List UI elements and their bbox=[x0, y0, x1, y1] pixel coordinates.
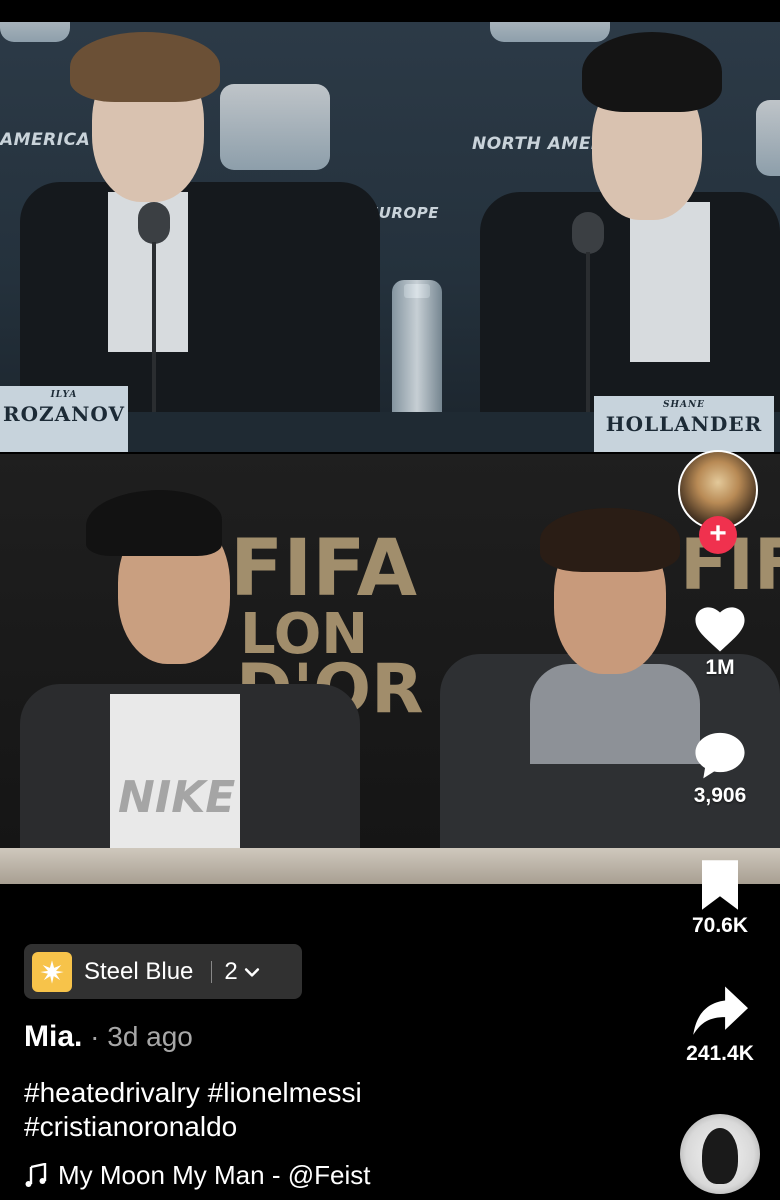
like-count: 1M bbox=[705, 656, 735, 679]
share-icon bbox=[693, 986, 748, 1035]
person-right-hair bbox=[582, 32, 722, 112]
like-button[interactable]: 1M bbox=[660, 600, 780, 680]
post-caption: #heatedrivalry #lionelmessi #cristianoro… bbox=[24, 1076, 644, 1144]
music-title: My Moon My Man - @Feist bbox=[58, 1160, 371, 1190]
author-name[interactable]: Mia. bbox=[24, 1020, 82, 1053]
shirt-logo: NIKE bbox=[118, 772, 236, 823]
follow-button[interactable]: + bbox=[699, 516, 737, 554]
comment-count: 3,906 bbox=[693, 784, 747, 807]
share-count: 241.4K bbox=[686, 1042, 754, 1065]
nameplate-left-last: ROZANOV bbox=[2, 402, 126, 426]
nameplate-left-first: ILYA bbox=[50, 390, 78, 400]
video-frame-top: AMERICA NORTH AMERICA EUROPE ILYA ROZANO… bbox=[0, 22, 780, 452]
caption-hashtags-line2[interactable]: #cristianoronaldo bbox=[24, 1110, 644, 1144]
bookmark-button[interactable]: 70.6K bbox=[660, 858, 780, 938]
heart-icon bbox=[695, 607, 745, 652]
microphone-stand bbox=[586, 252, 590, 432]
microphone bbox=[572, 212, 604, 254]
backdrop-logo bbox=[490, 22, 610, 42]
player-right-hair bbox=[540, 508, 680, 572]
sparkle-icon bbox=[40, 959, 64, 984]
backdrop-logo bbox=[220, 84, 330, 170]
nameplate-left: ILYA ROZANOV bbox=[0, 386, 128, 452]
nameplate-right: SHANE HOLLANDER bbox=[594, 396, 774, 452]
post-time: · 3d ago bbox=[82, 1021, 193, 1052]
author-line: Mia. · 3d ago bbox=[24, 1020, 193, 1054]
person-right-shirt bbox=[630, 202, 710, 362]
plus-icon: + bbox=[709, 517, 727, 550]
music-line[interactable]: My Moon My Man - @Feist bbox=[24, 1160, 370, 1191]
share-button[interactable]: 241.4K bbox=[660, 984, 780, 1066]
person-left-hair bbox=[70, 32, 220, 102]
player-left-cap bbox=[86, 490, 222, 556]
series-divider bbox=[211, 960, 213, 983]
series-pill[interactable]: Steel Blue 2 bbox=[24, 944, 302, 999]
series-icon bbox=[32, 951, 72, 992]
microphone bbox=[138, 202, 170, 244]
comment-button[interactable]: 3,906 bbox=[660, 728, 780, 808]
microphone-stand bbox=[152, 242, 156, 432]
bookmark-count: 70.6K bbox=[691, 914, 749, 937]
series-count: 2 bbox=[224, 957, 238, 985]
backdrop-fifa: FIFA bbox=[230, 524, 418, 614]
nameplate-right-last: HOLLANDER bbox=[605, 412, 763, 436]
music-note-icon bbox=[25, 1162, 47, 1187]
caption-hashtags-line1[interactable]: #heatedrivalry #lionelmessi bbox=[24, 1076, 644, 1110]
backdrop-text: AMERICA bbox=[0, 130, 91, 150]
chevron-down-icon bbox=[244, 967, 259, 977]
music-disc-art bbox=[702, 1128, 738, 1184]
backdrop-logo bbox=[756, 100, 780, 176]
bookmark-icon bbox=[702, 860, 738, 910]
backdrop-logo bbox=[0, 22, 70, 42]
nameplate-right-first: SHANE bbox=[662, 400, 706, 410]
comment-icon bbox=[695, 732, 745, 779]
series-name: Steel Blue bbox=[84, 957, 194, 985]
music-disc[interactable] bbox=[680, 1114, 760, 1194]
